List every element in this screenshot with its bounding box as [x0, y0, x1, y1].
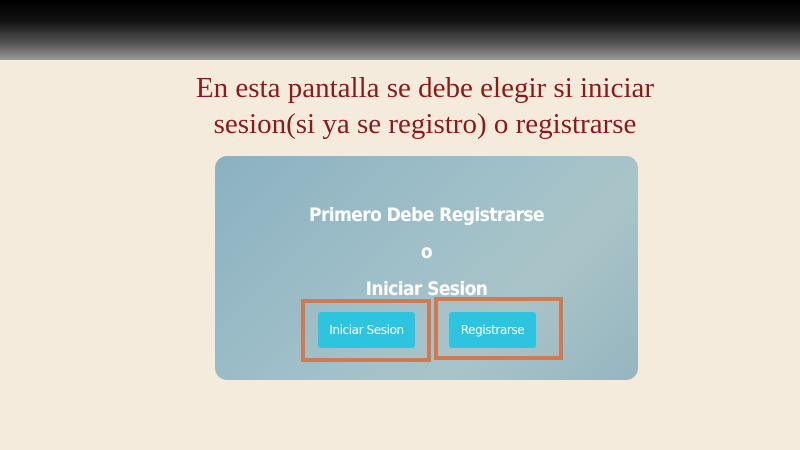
register-button-highlight-box — [434, 297, 563, 360]
top-gradient-band — [0, 0, 800, 60]
login-button-highlight-box — [301, 299, 431, 362]
heading-line-2: sesion(si ya se registro) o registrarse — [213, 108, 637, 140]
slide-heading: En esta pantalla se debe elegir si inici… — [40, 70, 800, 142]
heading-line-1: En esta pantalla se debe elegir si inici… — [195, 72, 655, 104]
tutorial-slide: En esta pantalla se debe elegir si inici… — [0, 0, 800, 450]
card-or-text: o — [420, 241, 433, 263]
card-title-register-first: Primero Debe Registrarse — [309, 204, 545, 226]
card-title-login: Iniciar Sesion — [365, 278, 488, 300]
